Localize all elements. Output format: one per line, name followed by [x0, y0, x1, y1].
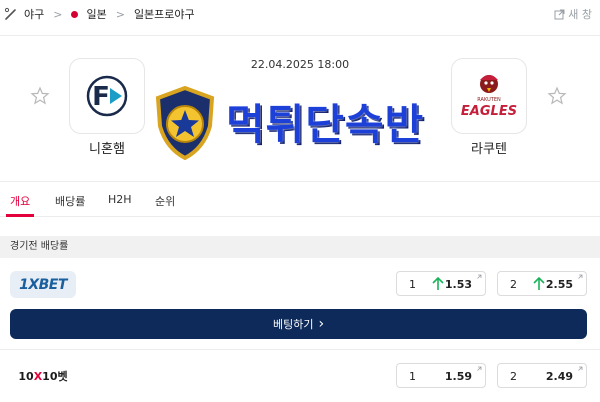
external-link-icon — [578, 274, 583, 279]
breadcrumb-label: 일본프로야구 — [133, 8, 195, 21]
bookmaker-logo-10x10[interactable]: 10X10벳 — [10, 362, 76, 389]
external-link-icon — [554, 9, 565, 19]
odd-label: 2 — [510, 370, 517, 383]
odd-value: 1.59 — [444, 370, 472, 383]
odd-label: 2 — [510, 278, 517, 291]
place-bet-button[interactable]: 베팅하기 › — [10, 309, 587, 339]
watermark-text: 먹튀단속반 — [225, 99, 425, 150]
odd-button-home[interactable]: 1 1.59 — [396, 363, 486, 388]
favorite-star-icon-home[interactable] — [30, 86, 50, 106]
breadcrumb-item-baseball[interactable]: 야구 — [4, 6, 44, 22]
baseball-bat-icon — [4, 7, 18, 21]
odd-value: 2.49 — [545, 370, 573, 383]
breadcrumb-label: 야구 — [24, 8, 45, 21]
external-link-icon — [477, 366, 482, 371]
svg-text:EAGLES: EAGLES — [461, 104, 517, 119]
breadcrumb-item-japan[interactable]: 일본 — [71, 6, 107, 22]
tab-overview[interactable]: 개요 — [10, 193, 30, 209]
away-team-logo[interactable]: RAKUTEN EAGLES — [451, 58, 527, 134]
odd-button-home[interactable]: 1 1.53 — [396, 271, 486, 296]
bookmaker-name-part: X — [33, 369, 43, 383]
bookmaker-name-part: 10 — [42, 369, 58, 383]
odd-label: 1 — [409, 370, 416, 383]
section-title: 경기전 배당률 — [0, 236, 600, 258]
svg-text:RAKUTEN: RAKUTEN — [477, 97, 501, 103]
open-new-window-link[interactable]: 새 창 — [554, 6, 592, 22]
bookmaker-name: 10X10벳 — [18, 368, 67, 384]
external-link-icon — [477, 274, 482, 279]
odd-value: 1.53 — [444, 278, 472, 291]
home-team-logo[interactable]: F — [69, 58, 145, 134]
tab-bar: 개요 배당률 H2H 순위 — [0, 181, 600, 217]
divider — [0, 349, 600, 350]
fighters-logo-icon: F — [86, 75, 128, 117]
odd-label: 1 — [409, 278, 416, 291]
external-link-icon — [578, 366, 583, 371]
arrow-up-icon — [432, 277, 444, 290]
svg-text:F: F — [92, 82, 110, 112]
bookmaker-name-part: 10 — [18, 369, 34, 383]
police-badge-icon — [155, 86, 215, 160]
match-header: 22.04.2025 18:00 F 니혼햄 RAKUTEN EAGLES 라쿠… — [0, 36, 600, 176]
arrow-up-icon — [533, 277, 545, 290]
chevron-right-icon: > — [115, 7, 125, 21]
home-team-name: 니혼햄 — [89, 142, 125, 157]
away-team-name: 라쿠텐 — [471, 142, 507, 157]
chevron-right-icon: > — [53, 7, 63, 21]
tab-standings[interactable]: 순위 — [155, 193, 175, 209]
breadcrumb-label: 일본 — [86, 8, 107, 21]
bookmaker-logo-1xbet[interactable]: 1XBET — [10, 271, 76, 298]
bookmaker-name-part: 벳 — [57, 369, 68, 383]
odd-button-away[interactable]: 2 2.49 — [497, 363, 587, 388]
tab-h2h[interactable]: H2H — [108, 193, 132, 206]
bet-button-label: 베팅하기 — [272, 318, 314, 331]
open-new-label: 새 창 — [568, 8, 592, 21]
breadcrumb: 야구 > 일본 > 일본프로야구 — [0, 0, 600, 28]
bookmaker-name: 1XBET — [19, 276, 67, 293]
tab-odds[interactable]: 배당률 — [55, 193, 85, 209]
chevron-right-icon: › — [318, 316, 325, 332]
favorite-star-icon-away[interactable] — [547, 86, 567, 106]
eagles-logo-icon: RAKUTEN EAGLES — [461, 75, 517, 119]
japan-flag-icon — [71, 10, 79, 18]
odd-button-away[interactable]: 2 2.55 — [497, 271, 587, 296]
active-tab-indicator — [6, 214, 34, 217]
odd-value: 2.55 — [545, 278, 573, 291]
breadcrumb-item-league[interactable]: 일본프로야구 — [134, 6, 195, 22]
